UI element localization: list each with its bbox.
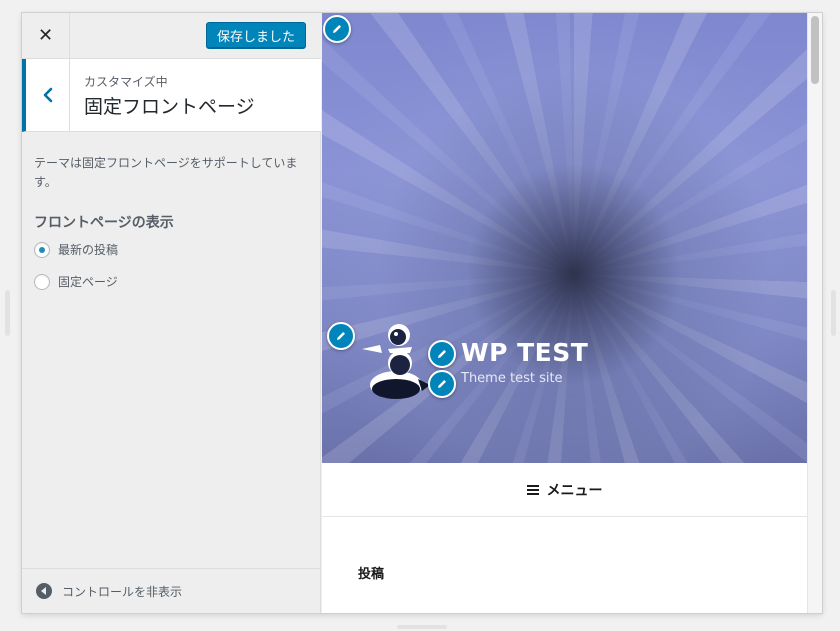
site-logo bbox=[362, 324, 430, 399]
scrollbar-thumb[interactable] bbox=[811, 16, 819, 84]
site-tagline: Theme test site bbox=[461, 371, 563, 386]
menu-label: メニュー bbox=[546, 482, 603, 499]
hamburger-icon bbox=[526, 484, 539, 495]
resize-handle-bottom[interactable] bbox=[397, 625, 447, 629]
customizer-sidebar: ✕ 保存しました カスタマイズ中 固定フロントページ テーマは固定フロントページ… bbox=[22, 13, 321, 613]
save-button[interactable]: 保存しました bbox=[206, 22, 306, 49]
collapse-arrow-icon bbox=[36, 583, 52, 599]
close-button[interactable]: ✕ bbox=[22, 13, 70, 58]
menu-toggle[interactable]: メニュー bbox=[322, 463, 807, 517]
section-title: 固定フロントページ bbox=[84, 96, 255, 118]
edit-logo-shortcut[interactable] bbox=[327, 322, 355, 350]
radio-button[interactable] bbox=[34, 273, 50, 290]
header-image: WP TEST Theme test site bbox=[322, 13, 807, 463]
edit-tagline-shortcut[interactable] bbox=[428, 370, 456, 398]
radio-option-static-page[interactable]: 固定ページ bbox=[34, 273, 118, 290]
radio-label: 最新の投稿 bbox=[58, 243, 119, 257]
radio-label: 固定ページ bbox=[58, 275, 118, 289]
back-button[interactable] bbox=[26, 59, 70, 131]
section-description: テーマは固定フロントページをサポートしています。 bbox=[34, 156, 298, 189]
pencil-icon bbox=[337, 332, 345, 340]
close-icon: ✕ bbox=[37, 25, 54, 46]
chevron-left-icon bbox=[43, 87, 52, 103]
collapse-label: コントロールを非表示 bbox=[62, 584, 183, 599]
radio-selected-dot bbox=[39, 246, 45, 253]
pencil-icon bbox=[333, 25, 341, 33]
posts-heading: 投稿 bbox=[358, 567, 385, 582]
front-page-display-label: フロントページの表示 bbox=[34, 215, 174, 231]
radio-button[interactable] bbox=[34, 241, 50, 258]
customizer-header: ✕ 保存しました bbox=[22, 13, 321, 59]
section-header: カスタマイズ中 固定フロントページ bbox=[22, 59, 321, 132]
collapse-sidebar-button[interactable]: コントロールを非表示 bbox=[22, 568, 321, 613]
preview-scrollbar[interactable] bbox=[807, 13, 822, 613]
customizer-window: ✕ 保存しました カスタマイズ中 固定フロントページ テーマは固定フロントページ… bbox=[22, 13, 822, 613]
breadcrumb: カスタマイズ中 bbox=[84, 75, 168, 89]
site-preview: WP TEST Theme test site メニュー 投稿 bbox=[322, 13, 822, 613]
radio-option-latest-posts[interactable]: 最新の投稿 bbox=[34, 241, 118, 258]
edit-header-image-shortcut[interactable] bbox=[323, 15, 351, 43]
site-title[interactable]: WP TEST bbox=[461, 338, 588, 367]
pencil-icon bbox=[438, 380, 446, 388]
pencil-icon bbox=[438, 350, 446, 358]
edit-site-title-shortcut[interactable] bbox=[428, 340, 456, 368]
resize-handle-right[interactable] bbox=[831, 290, 836, 336]
resize-handle-left[interactable] bbox=[5, 290, 10, 336]
